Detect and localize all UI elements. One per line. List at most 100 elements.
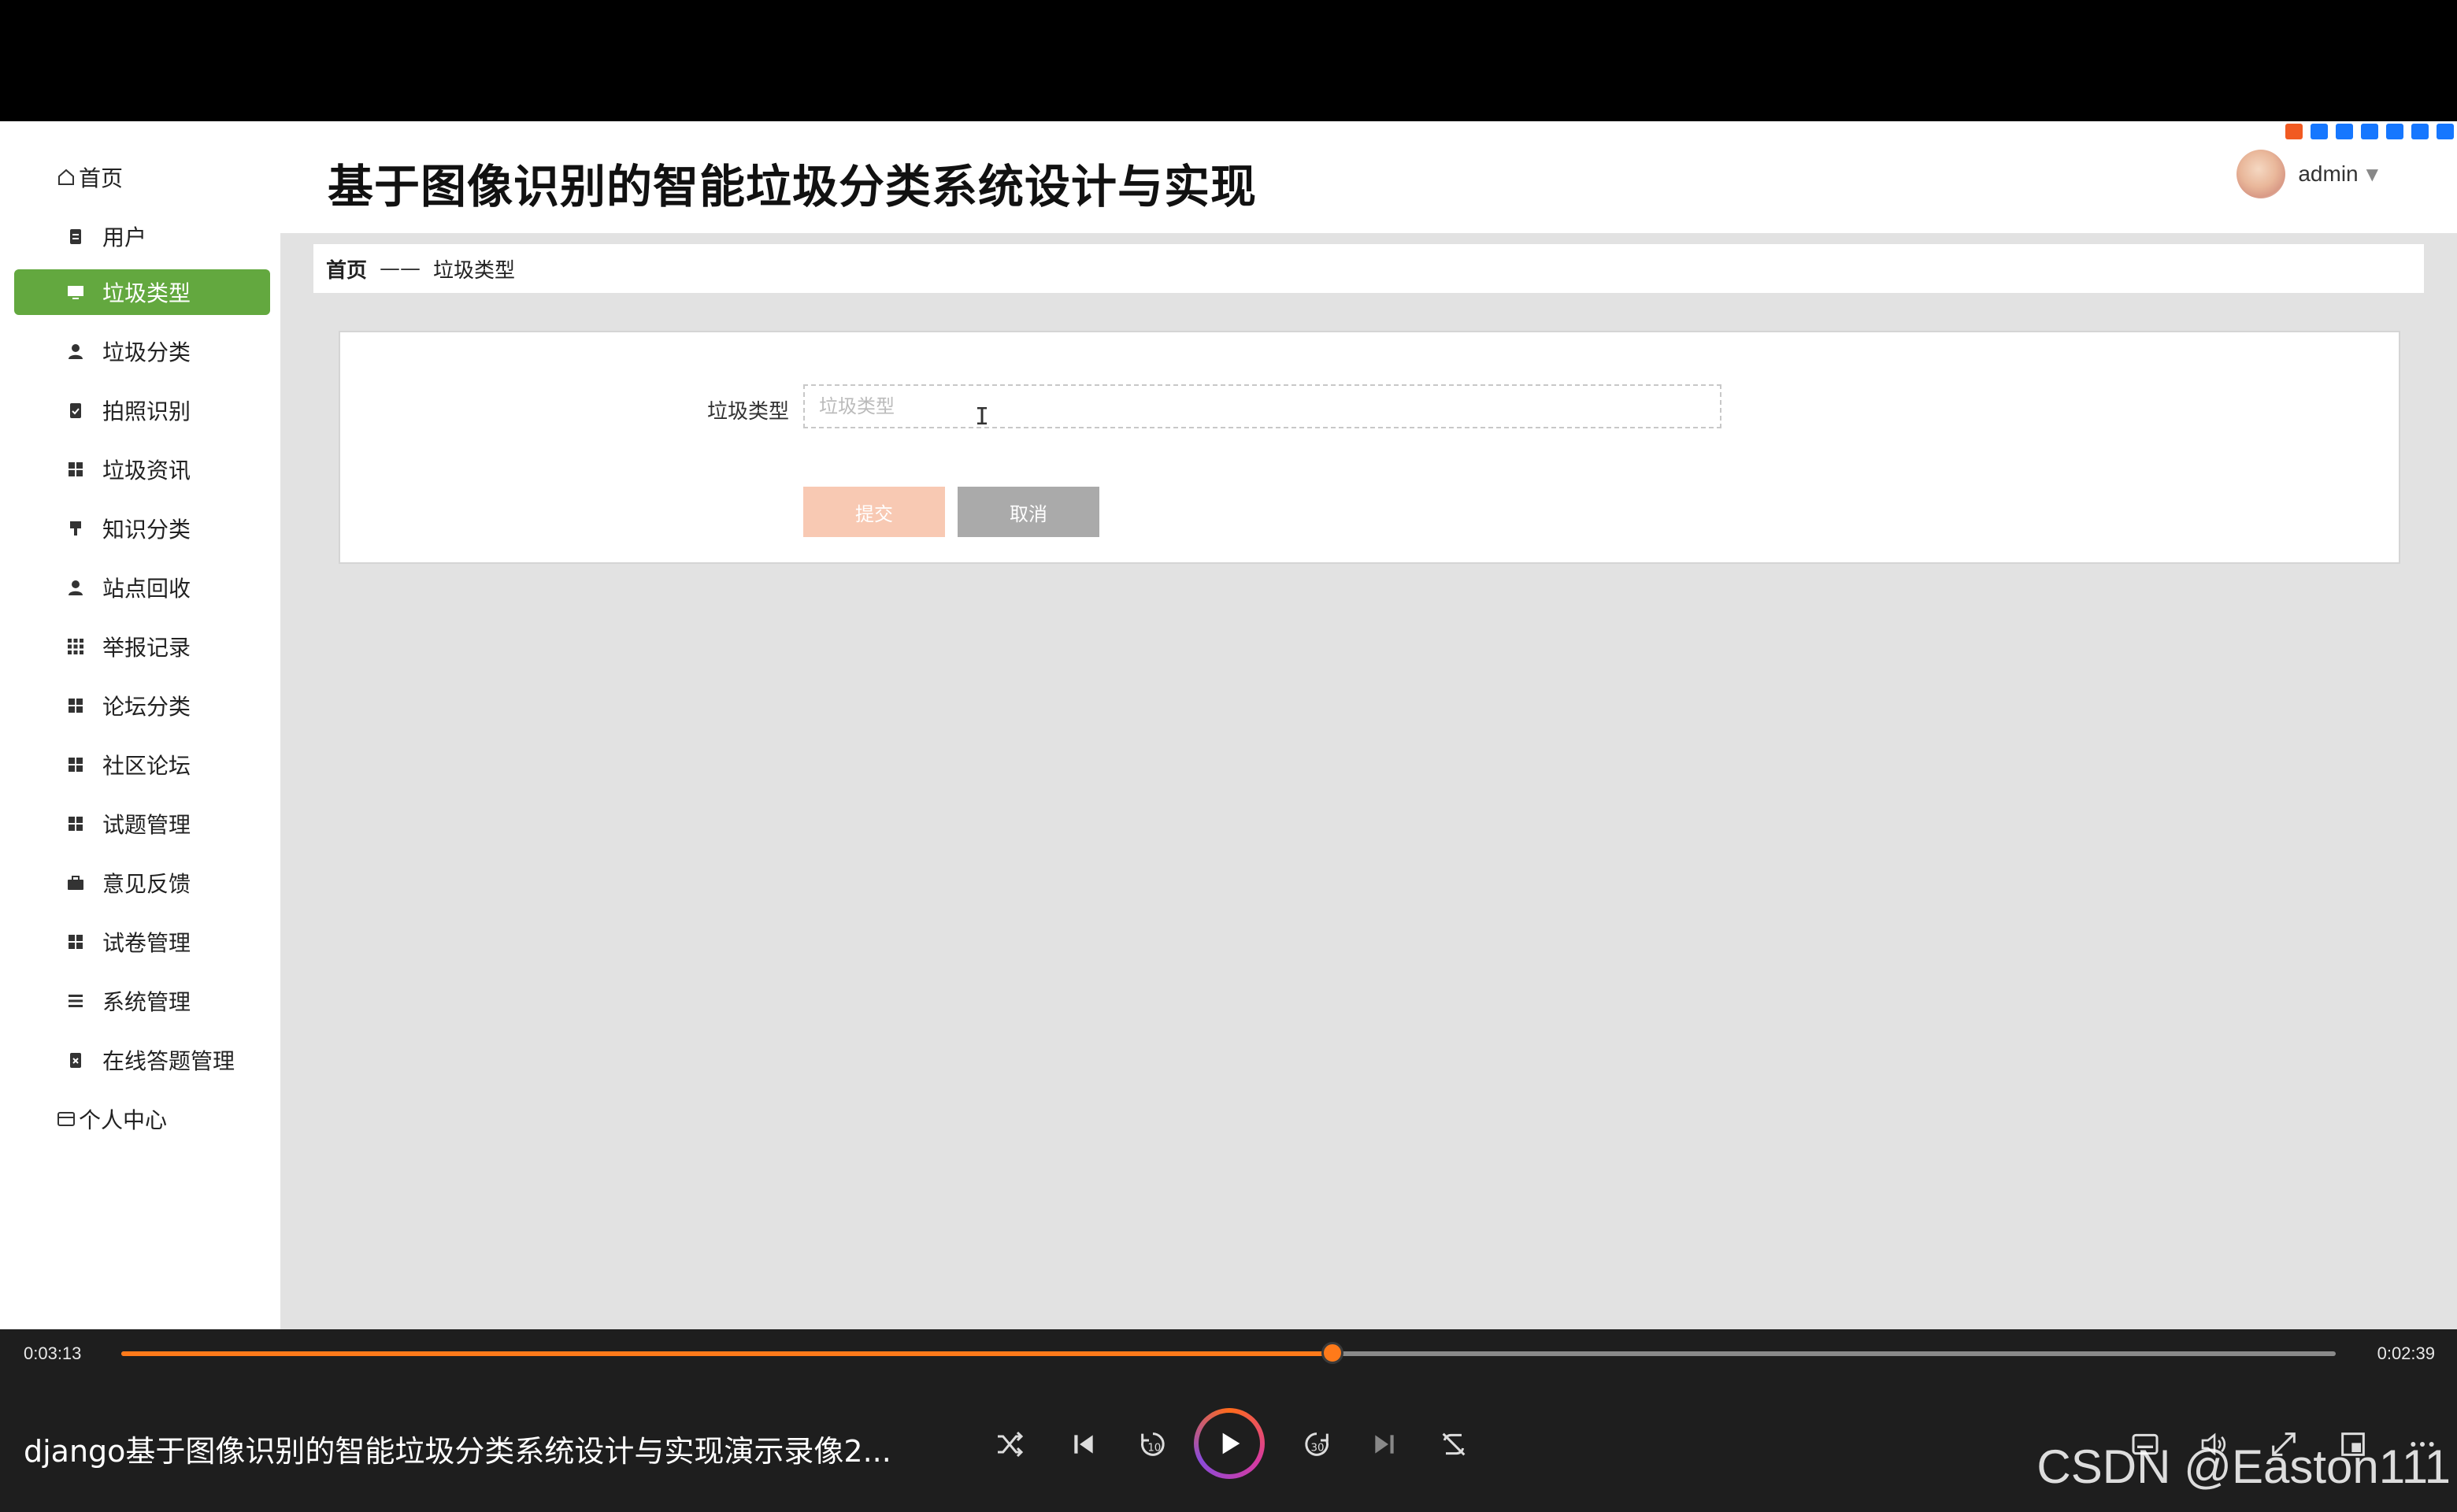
text-cursor-icon: I bbox=[975, 403, 990, 431]
clipboard-icon bbox=[65, 225, 87, 247]
sidebar-item-waste-news[interactable]: 垃圾资讯 bbox=[14, 447, 270, 492]
grid9-icon bbox=[65, 636, 87, 658]
header: 基于图像识别的智能垃圾分类系统设计与实现 admin ▼ bbox=[280, 121, 2457, 233]
previous-button[interactable] bbox=[1062, 1422, 1106, 1466]
next-button[interactable] bbox=[1362, 1422, 1406, 1466]
home-icon bbox=[55, 166, 77, 188]
sidebar-item-label: 站点回收 bbox=[102, 576, 191, 602]
repeat-off-button[interactable] bbox=[1432, 1422, 1476, 1466]
form-card: 垃圾类型 I 提交 取消 bbox=[339, 331, 2400, 564]
sidebar-item-label: 举报记录 bbox=[102, 635, 191, 661]
user-menu[interactable]: admin ▼ bbox=[2236, 150, 2378, 198]
video-letterbox-top bbox=[0, 0, 2457, 121]
grid-icon bbox=[65, 695, 87, 717]
user-icon bbox=[65, 340, 87, 362]
clipboard-check-icon bbox=[65, 399, 87, 421]
breadcrumb-home[interactable]: 首页 bbox=[326, 254, 367, 284]
seek-handle[interactable] bbox=[1321, 1342, 1344, 1364]
svg-text:10: 10 bbox=[1147, 1442, 1161, 1454]
repeat-off-icon bbox=[1442, 1432, 1466, 1456]
chevron-down-icon: ▼ bbox=[2366, 165, 2378, 183]
play-button[interactable] bbox=[1194, 1408, 1265, 1479]
menu-icon bbox=[65, 990, 87, 1012]
grid-icon bbox=[65, 754, 87, 776]
sidebar-item-label: 系统管理 bbox=[102, 989, 191, 1015]
sidebar-item-label: 拍照识别 bbox=[102, 398, 191, 424]
sidebar-item-label: 垃圾分类 bbox=[102, 339, 191, 365]
sidebar-item-label: 试卷管理 bbox=[102, 930, 191, 956]
ime-punct-icon bbox=[2336, 124, 2353, 139]
grid-icon bbox=[65, 458, 87, 480]
rewind-10-button[interactable]: 10 bbox=[1131, 1422, 1175, 1466]
cancel-button[interactable]: 取消 bbox=[958, 487, 1099, 537]
waste-type-label: 垃圾类型 bbox=[707, 400, 790, 424]
ime-toolbar bbox=[2285, 121, 2454, 142]
seek-bar[interactable] bbox=[121, 1351, 2336, 1356]
card-icon bbox=[55, 1108, 77, 1130]
sidebar-item-label: 在线答题管理 bbox=[102, 1048, 235, 1074]
sidebar: 首页 用户 垃圾类型 垃圾分类 拍照识别 垃圾资讯 知识分类 站点回收 举报记录… bbox=[0, 121, 280, 1329]
microphone-icon bbox=[2361, 124, 2378, 139]
sidebar-item-label: 社区论坛 bbox=[102, 753, 191, 779]
play-icon bbox=[1222, 1432, 1240, 1455]
sidebar-item-report-records[interactable]: 举报记录 bbox=[14, 624, 270, 669]
skip-next-icon bbox=[1375, 1435, 1394, 1454]
submit-button[interactable]: 提交 bbox=[803, 487, 945, 537]
seek-bar-progress bbox=[121, 1351, 1333, 1356]
sidebar-item-home[interactable]: 首页 bbox=[14, 154, 270, 200]
sidebar-item-community-forum[interactable]: 社区论坛 bbox=[14, 742, 270, 788]
sidebar-item-question-management[interactable]: 试题管理 bbox=[14, 801, 270, 847]
avatar bbox=[2236, 150, 2286, 198]
sidebar-item-photo-recognition[interactable]: 拍照识别 bbox=[14, 387, 270, 433]
breadcrumb-current: 垃圾类型 bbox=[433, 258, 516, 283]
user-icon bbox=[65, 576, 87, 598]
sidebar-item-system-management[interactable]: 系统管理 bbox=[14, 978, 270, 1024]
watermark: CSDN @Easton111 bbox=[2036, 1440, 2451, 1493]
pushpin-icon bbox=[65, 517, 87, 539]
rewind-10-icon: 10 bbox=[1141, 1432, 1165, 1456]
video-title: django基于图像识别的智能垃圾分类系统设计与实现演示录像2... bbox=[24, 1434, 891, 1469]
sidebar-item-feedback[interactable]: 意见反馈 bbox=[14, 860, 270, 906]
shuffle-button[interactable] bbox=[988, 1422, 1032, 1466]
ime-mode-icon bbox=[2311, 124, 2328, 139]
sidebar-item-label: 垃圾类型 bbox=[102, 280, 191, 306]
skin-icon bbox=[2411, 124, 2429, 139]
sidebar-item-label: 首页 bbox=[79, 165, 124, 191]
elapsed-time: 0:03:13 bbox=[24, 1343, 82, 1363]
breadcrumb-separator: —— bbox=[380, 257, 421, 280]
breadcrumb: 首页 —— 垃圾类型 bbox=[313, 244, 2424, 293]
grid-icon bbox=[65, 813, 87, 835]
sidebar-item-knowledge-category[interactable]: 知识分类 bbox=[14, 506, 270, 551]
forward-30-button[interactable]: 30 bbox=[1295, 1422, 1339, 1466]
svg-text:30: 30 bbox=[1311, 1442, 1325, 1454]
sidebar-item-forum-category[interactable]: 论坛分类 bbox=[14, 683, 270, 728]
apps-icon bbox=[2437, 124, 2454, 139]
page-title: 基于图像识别的智能垃圾分类系统设计与实现 bbox=[328, 160, 1258, 213]
play-button-inner bbox=[1199, 1413, 1260, 1474]
sidebar-item-waste-type[interactable]: 垃圾类型 bbox=[14, 269, 270, 315]
username: admin bbox=[2298, 161, 2359, 186]
sidebar-item-label: 个人中心 bbox=[79, 1107, 168, 1133]
sidebar-item-label: 试题管理 bbox=[102, 812, 191, 838]
sidebar-item-label: 垃圾资讯 bbox=[102, 458, 191, 484]
forward-30-icon: 30 bbox=[1305, 1432, 1329, 1456]
grid-icon bbox=[65, 931, 87, 953]
sidebar-item-waste-category[interactable]: 垃圾分类 bbox=[14, 328, 270, 374]
sidebar-item-users[interactable]: 用户 bbox=[14, 213, 270, 259]
sidebar-item-profile[interactable]: 个人中心 bbox=[14, 1096, 270, 1142]
sidebar-item-online-quiz[interactable]: 在线答题管理 bbox=[14, 1037, 270, 1083]
sidebar-item-station-recycle[interactable]: 站点回收 bbox=[14, 565, 270, 610]
briefcase-icon bbox=[65, 872, 87, 894]
remaining-time: 0:02:39 bbox=[2377, 1343, 2435, 1363]
sidebar-item-label: 论坛分类 bbox=[102, 694, 191, 720]
video-player-controls: 0:03:13 0:02:39 django基于图像识别的智能垃圾分类系统设计与… bbox=[0, 1329, 2457, 1512]
keyboard-icon bbox=[2386, 124, 2403, 139]
waste-type-input[interactable] bbox=[803, 384, 1721, 428]
sidebar-item-label: 知识分类 bbox=[102, 517, 191, 543]
monitor-icon bbox=[65, 281, 87, 303]
skip-previous-icon bbox=[1074, 1435, 1093, 1454]
clipboard-x-icon bbox=[65, 1049, 87, 1071]
shuffle-icon bbox=[998, 1431, 1024, 1458]
app-window: 首页 用户 垃圾类型 垃圾分类 拍照识别 垃圾资讯 知识分类 站点回收 举报记录… bbox=[0, 121, 2457, 1329]
sidebar-item-paper-management[interactable]: 试卷管理 bbox=[14, 919, 270, 965]
